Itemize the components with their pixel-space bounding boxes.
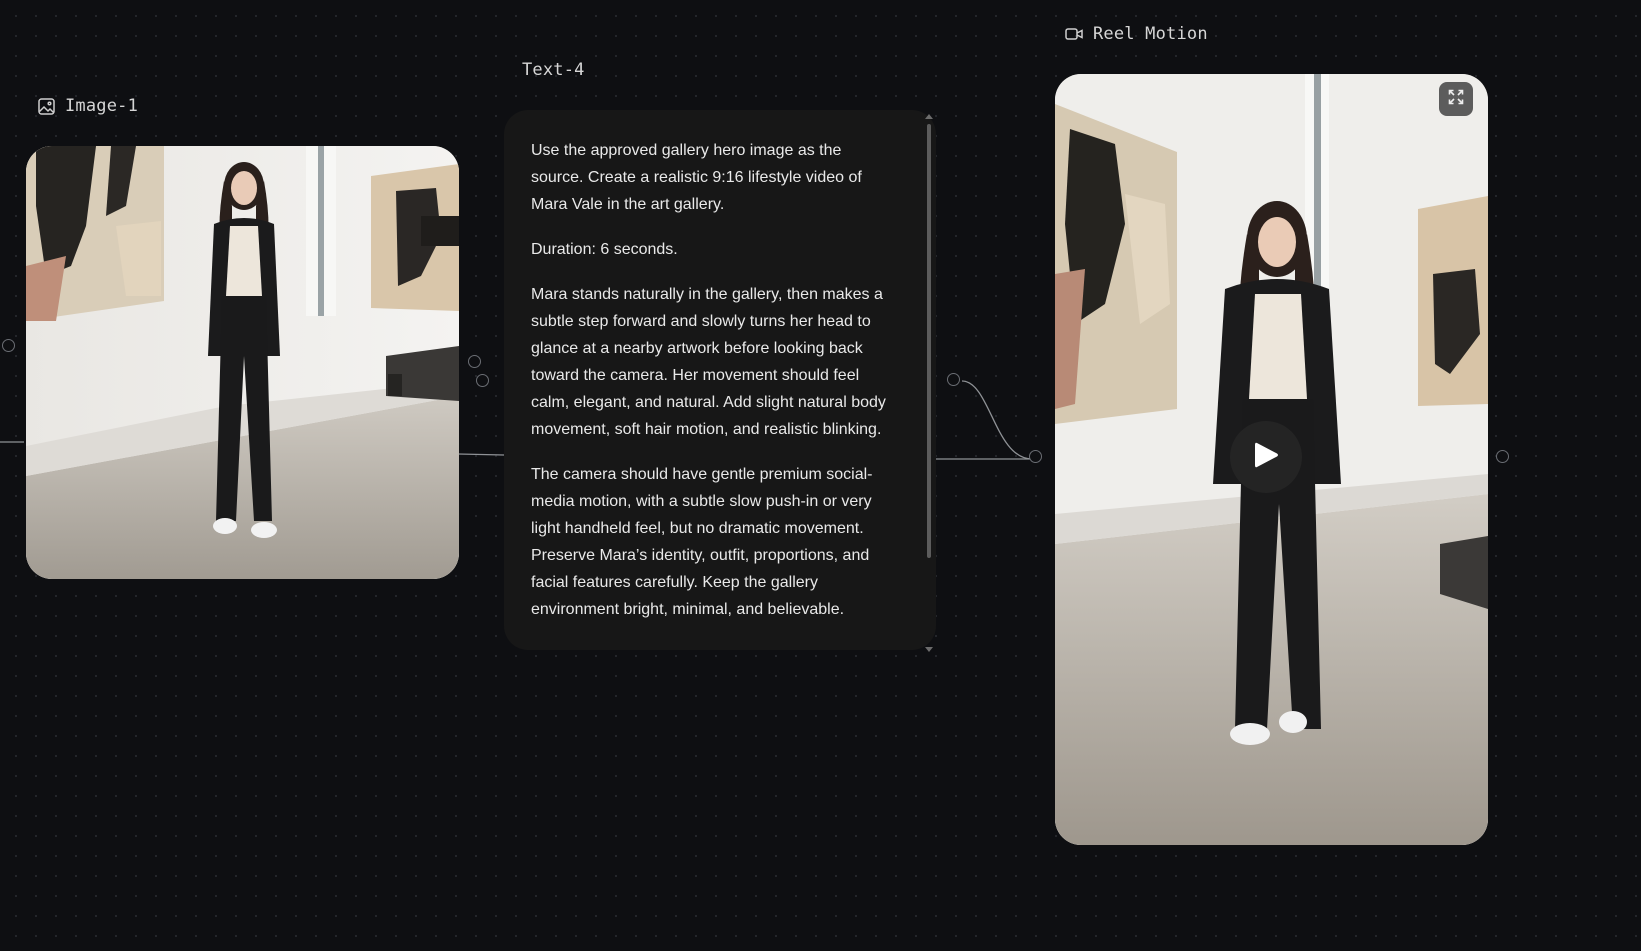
play-button[interactable] xyxy=(1230,421,1302,493)
text-node-header[interactable]: Text-4 xyxy=(522,60,585,80)
prompt-paragraph-1: Use the approved gallery hero image as t… xyxy=(531,142,862,213)
text-node-title: Text-4 xyxy=(522,60,585,80)
reel-output-port[interactable] xyxy=(1496,450,1509,463)
expand-button[interactable] xyxy=(1439,82,1473,116)
edge-image-to-text xyxy=(457,453,505,456)
source-image[interactable] xyxy=(26,146,459,579)
image-output-port[interactable] xyxy=(468,355,481,368)
image-output-port-secondary[interactable] xyxy=(476,374,489,387)
prompt-paragraph-4: The camera should have gentle premium so… xyxy=(531,466,873,618)
scrollbar-thumb[interactable] xyxy=(927,124,931,558)
image-node-header[interactable]: Image-1 xyxy=(38,96,138,116)
text-scrollbar[interactable] xyxy=(925,114,933,652)
text-output-port[interactable] xyxy=(947,373,960,386)
image-input-port[interactable] xyxy=(2,339,15,352)
text-node-card[interactable]: Use the approved gallery hero image as t… xyxy=(504,110,936,650)
prompt-paragraph-3: Mara stands naturally in the gallery, th… xyxy=(531,286,886,438)
expand-icon xyxy=(1448,89,1464,109)
image-icon xyxy=(38,97,55,115)
scroll-up-arrow[interactable] xyxy=(925,114,933,119)
reel-input-port[interactable] xyxy=(1029,450,1042,463)
edge-curve-to-reel xyxy=(961,380,1033,460)
prompt-paragraph-2: Duration: 6 seconds. xyxy=(531,241,678,258)
play-icon xyxy=(1252,440,1280,474)
prompt-text[interactable]: Use the approved gallery hero image as t… xyxy=(504,110,936,650)
scroll-down-arrow[interactable] xyxy=(925,647,933,652)
workflow-canvas[interactable]: Image-1 Text-4 Use the approved gallery … xyxy=(0,0,1641,951)
video-camera-icon xyxy=(1065,27,1083,41)
gallery-photo xyxy=(26,146,459,579)
reel-node-title: Reel Motion xyxy=(1093,24,1208,44)
reel-node-header[interactable]: Reel Motion xyxy=(1065,24,1208,44)
image-node-title: Image-1 xyxy=(65,96,139,116)
